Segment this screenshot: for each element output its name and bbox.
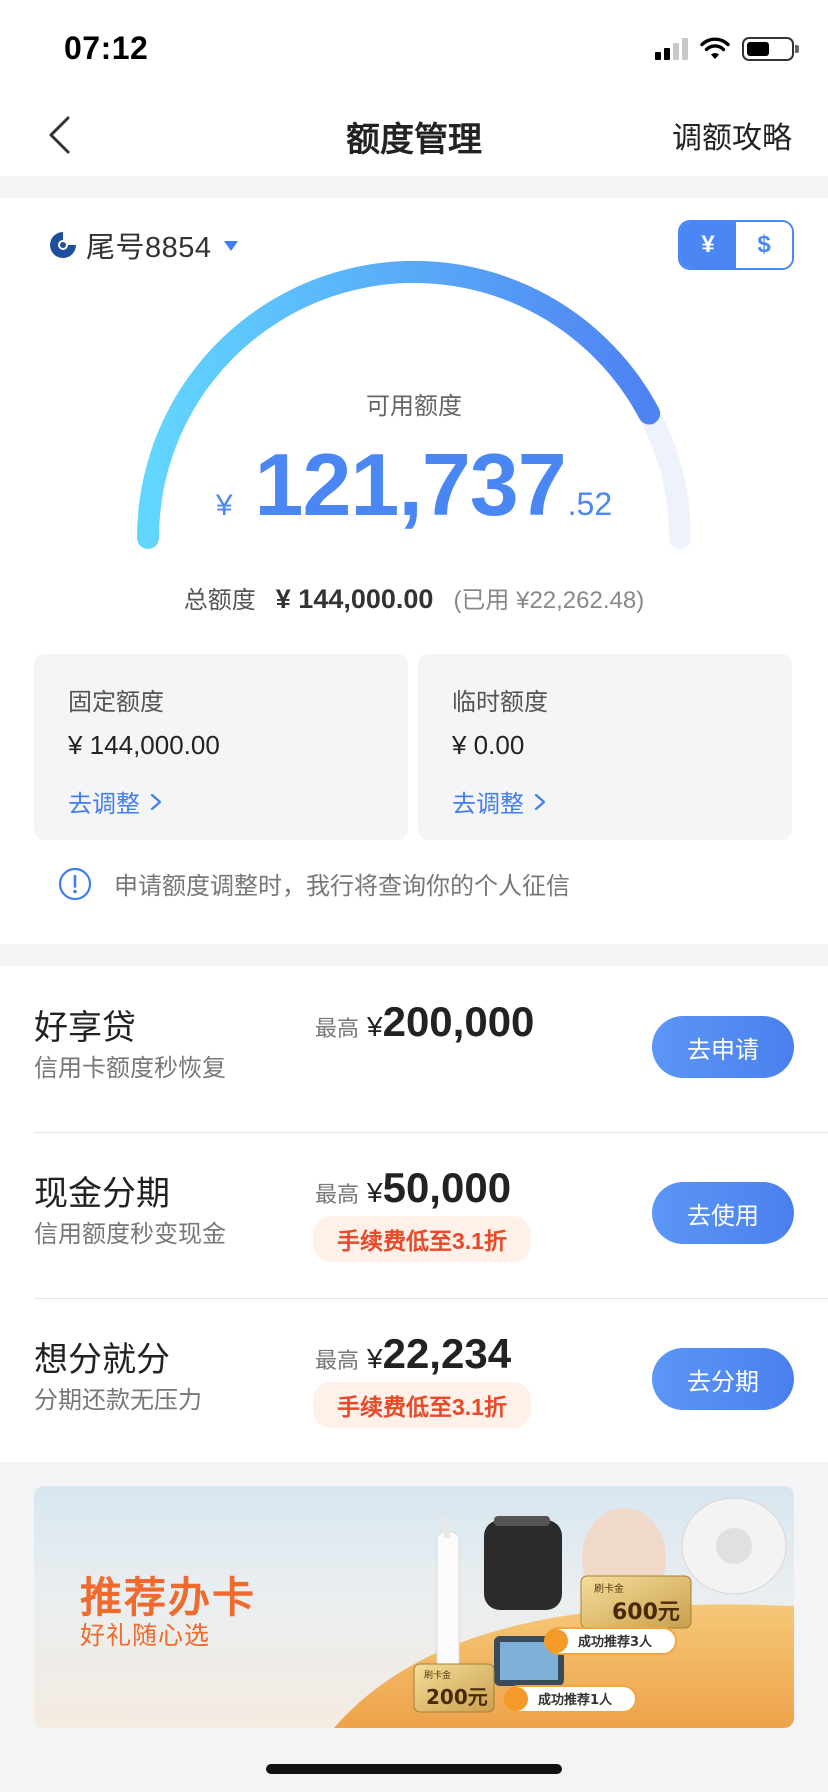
product-description: 信用卡额度秒恢复 xyxy=(34,1055,226,1082)
referral-ribbon-text: 成功推荐3人 xyxy=(578,1634,653,1650)
apply-button[interactable]: 去申请 xyxy=(652,1016,794,1078)
product-name: 现金分期 xyxy=(34,1175,170,1213)
reward-card-label: 刷卡金 xyxy=(424,1669,451,1681)
product-name: 好享贷 xyxy=(34,1009,136,1047)
max-label: 最高 xyxy=(315,1182,360,1207)
temporary-limit-adjust-link[interactable]: 去调整 xyxy=(452,784,548,819)
card-referral-banner[interactable]: 推荐办卡 好礼随心选 刷卡金 600元 成功推荐3人 刷卡金 200元 成功推荐… xyxy=(34,1486,794,1728)
product-row-haoxiangdai: 好享贷 信用卡额度秒恢复 最高 ¥ 200,000 去申请 xyxy=(0,966,828,1132)
use-button[interactable]: 去使用 xyxy=(652,1182,794,1244)
available-currency: ¥ xyxy=(215,489,233,522)
temporary-limit-title: 临时额度 xyxy=(452,689,548,716)
back-button[interactable] xyxy=(34,110,84,160)
referral-ribbon-1: 成功推荐1人 xyxy=(504,1685,637,1713)
info-icon xyxy=(58,867,92,900)
max-currency: ¥ xyxy=(367,1011,383,1042)
total-limit-line: 总额度 ¥ 144,000.00 (已用 ¥22,262.48) xyxy=(0,580,828,615)
available-limit-caption: 可用额度 xyxy=(366,393,462,420)
temporary-limit-value: ¥ 0.00 xyxy=(452,730,525,760)
limit-guide-link[interactable]: 调额攻略 xyxy=(672,113,792,157)
status-icons xyxy=(655,36,799,62)
referral-ribbon-3: 成功推荐3人 xyxy=(544,1627,677,1655)
max-value: 200,000 xyxy=(382,998,535,1045)
max-amount: 最高 ¥ 50,000 xyxy=(315,1164,511,1212)
max-label: 最高 xyxy=(315,1016,360,1041)
status-bar: 07:12 xyxy=(0,0,828,96)
status-time: 07:12 xyxy=(64,30,149,66)
available-decimal: .52 xyxy=(567,486,613,522)
reward-card-600: 刷卡金 600元 xyxy=(580,1575,692,1629)
credit-check-notice: 申请额度调整时，我行将查询你的个人征信 xyxy=(58,866,570,901)
fixed-limit-value: ¥ 144,000.00 xyxy=(68,730,220,760)
reward-card-amount: 600元 xyxy=(612,1600,680,1625)
temporary-limit-box: 临时额度 ¥ 0.00 去调整 xyxy=(418,654,792,840)
loan-product-list: 好享贷 信用卡额度秒恢复 最高 ¥ 200,000 去申请 现金分期 信用额度秒… xyxy=(0,966,828,1462)
row-divider xyxy=(34,1298,828,1299)
fee-discount-badge: 手续费低至3.1折 xyxy=(313,1216,531,1262)
used-amount: (已用 ¥22,262.48) xyxy=(453,587,645,614)
available-limit-amount: ¥ 121,737 .52 xyxy=(0,434,828,536)
adjust-link-label: 去调整 xyxy=(68,791,140,818)
chevron-left-icon xyxy=(49,116,70,154)
max-amount: 最高 ¥ 200,000 xyxy=(315,998,534,1046)
credit-limit-card: 尾号8854 ¥ $ 可用额度 ¥ 121,737 .52 总额度 ¥ 144,… xyxy=(0,198,828,944)
promo-subtitle: 好礼随心选 xyxy=(80,1622,211,1650)
max-amount: 最高 ¥ 22,234 xyxy=(315,1330,511,1378)
adjust-link-label: 去调整 xyxy=(452,791,524,818)
available-integer: 121,737 xyxy=(254,435,567,534)
product-row-cash-installment: 现金分期 信用额度秒变现金 最高 ¥ 50,000 手续费低至3.1折 去使用 xyxy=(0,1132,828,1298)
chevron-right-icon xyxy=(534,793,546,810)
fee-discount-badge: 手续费低至3.1折 xyxy=(313,1382,531,1428)
max-label: 最高 xyxy=(315,1348,360,1373)
max-value: 50,000 xyxy=(382,1164,512,1211)
reward-card-200: 刷卡金 200元 xyxy=(413,1663,495,1713)
battery-icon xyxy=(742,37,799,61)
nav-bar: 额度管理 调额攻略 xyxy=(0,96,828,176)
max-currency: ¥ xyxy=(367,1177,383,1208)
cellular-signal-icon xyxy=(655,38,688,60)
row-divider xyxy=(34,1132,828,1133)
fixed-limit-adjust-link[interactable]: 去调整 xyxy=(68,784,164,819)
chevron-right-icon xyxy=(150,793,162,810)
fixed-limit-box: 固定额度 ¥ 144,000.00 去调整 xyxy=(34,654,408,840)
max-currency: ¥ xyxy=(367,1343,383,1374)
referral-ribbon-text: 成功推荐1人 xyxy=(538,1692,613,1708)
wifi-icon xyxy=(700,37,730,59)
installment-button[interactable]: 去分期 xyxy=(652,1348,794,1410)
total-limit-value: ¥ 144,000.00 xyxy=(275,584,434,614)
total-limit-label: 总额度 xyxy=(183,587,256,614)
gift-products-illustration: 刷卡金 600元 成功推荐3人 刷卡金 200元 成功推荐1人 xyxy=(334,1497,794,1728)
home-indicator xyxy=(266,1764,562,1774)
notice-text: 申请额度调整时，我行将查询你的个人征信 xyxy=(114,873,570,900)
max-value: 22,234 xyxy=(382,1330,512,1377)
product-description: 分期还款无压力 xyxy=(34,1387,202,1414)
reward-card-label: 刷卡金 xyxy=(594,1582,624,1595)
product-row-flexible-installment: 想分就分 分期还款无压力 最高 ¥ 22,234 手续费低至3.1折 去分期 xyxy=(0,1298,828,1464)
reward-card-amount: 200元 xyxy=(426,1685,488,1709)
fixed-limit-title: 固定额度 xyxy=(68,689,164,716)
product-name: 想分就分 xyxy=(34,1341,170,1379)
product-description: 信用额度秒变现金 xyxy=(34,1221,226,1248)
